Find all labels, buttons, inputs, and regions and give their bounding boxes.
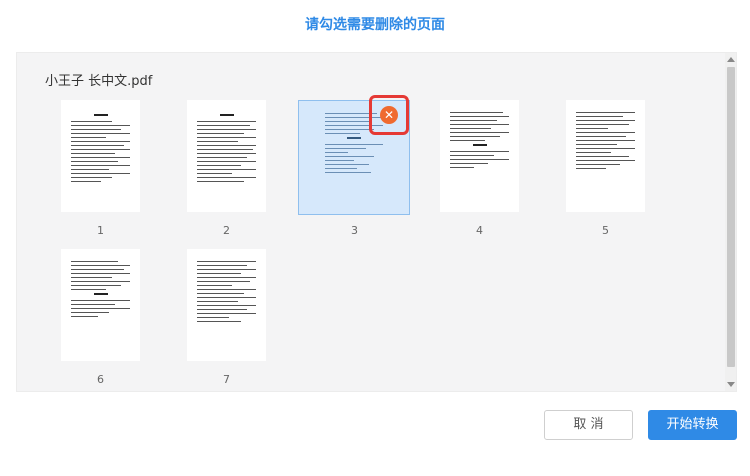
delete-page-button[interactable]: ✕ <box>369 95 409 135</box>
page-thumbnail-1[interactable] <box>61 100 140 212</box>
page-number: 2 <box>223 224 230 237</box>
scrollbar-thumb[interactable] <box>727 67 735 367</box>
vertical-scrollbar[interactable] <box>725 53 736 391</box>
page-preview-text <box>197 261 256 353</box>
page-number: 3 <box>351 224 358 237</box>
page-preview-text <box>71 112 130 204</box>
page-preview-text <box>450 112 509 204</box>
page-grid-panel: 小王子 长中文.pdf 1 2 3 4 5 6 7 ✕ <box>16 52 737 392</box>
file-name: 小王子 长中文.pdf <box>45 74 153 89</box>
page-preview-text <box>71 261 130 353</box>
page-number: 1 <box>97 224 104 237</box>
page-number: 5 <box>602 224 609 237</box>
page-thumbnail-6[interactable] <box>61 249 140 361</box>
page-number: 7 <box>223 373 230 386</box>
scroll-up-arrow-icon[interactable] <box>727 57 735 62</box>
dialog-title: 请勾选需要删除的页面 <box>305 17 445 33</box>
page-number: 6 <box>97 373 104 386</box>
close-circle-icon: ✕ <box>380 106 398 124</box>
page-thumbnail-7[interactable] <box>187 249 266 361</box>
scroll-down-arrow-icon[interactable] <box>727 382 735 387</box>
cancel-button[interactable]: 取 消 <box>544 410 633 440</box>
page-preview-text <box>576 112 635 204</box>
page-thumbnail-4[interactable] <box>440 100 519 212</box>
page-preview-text <box>197 112 256 204</box>
page-thumbnail-2[interactable] <box>187 100 266 212</box>
page-thumbnail-5[interactable] <box>566 100 645 212</box>
page-number: 4 <box>476 224 483 237</box>
start-convert-button[interactable]: 开始转换 <box>648 410 737 440</box>
